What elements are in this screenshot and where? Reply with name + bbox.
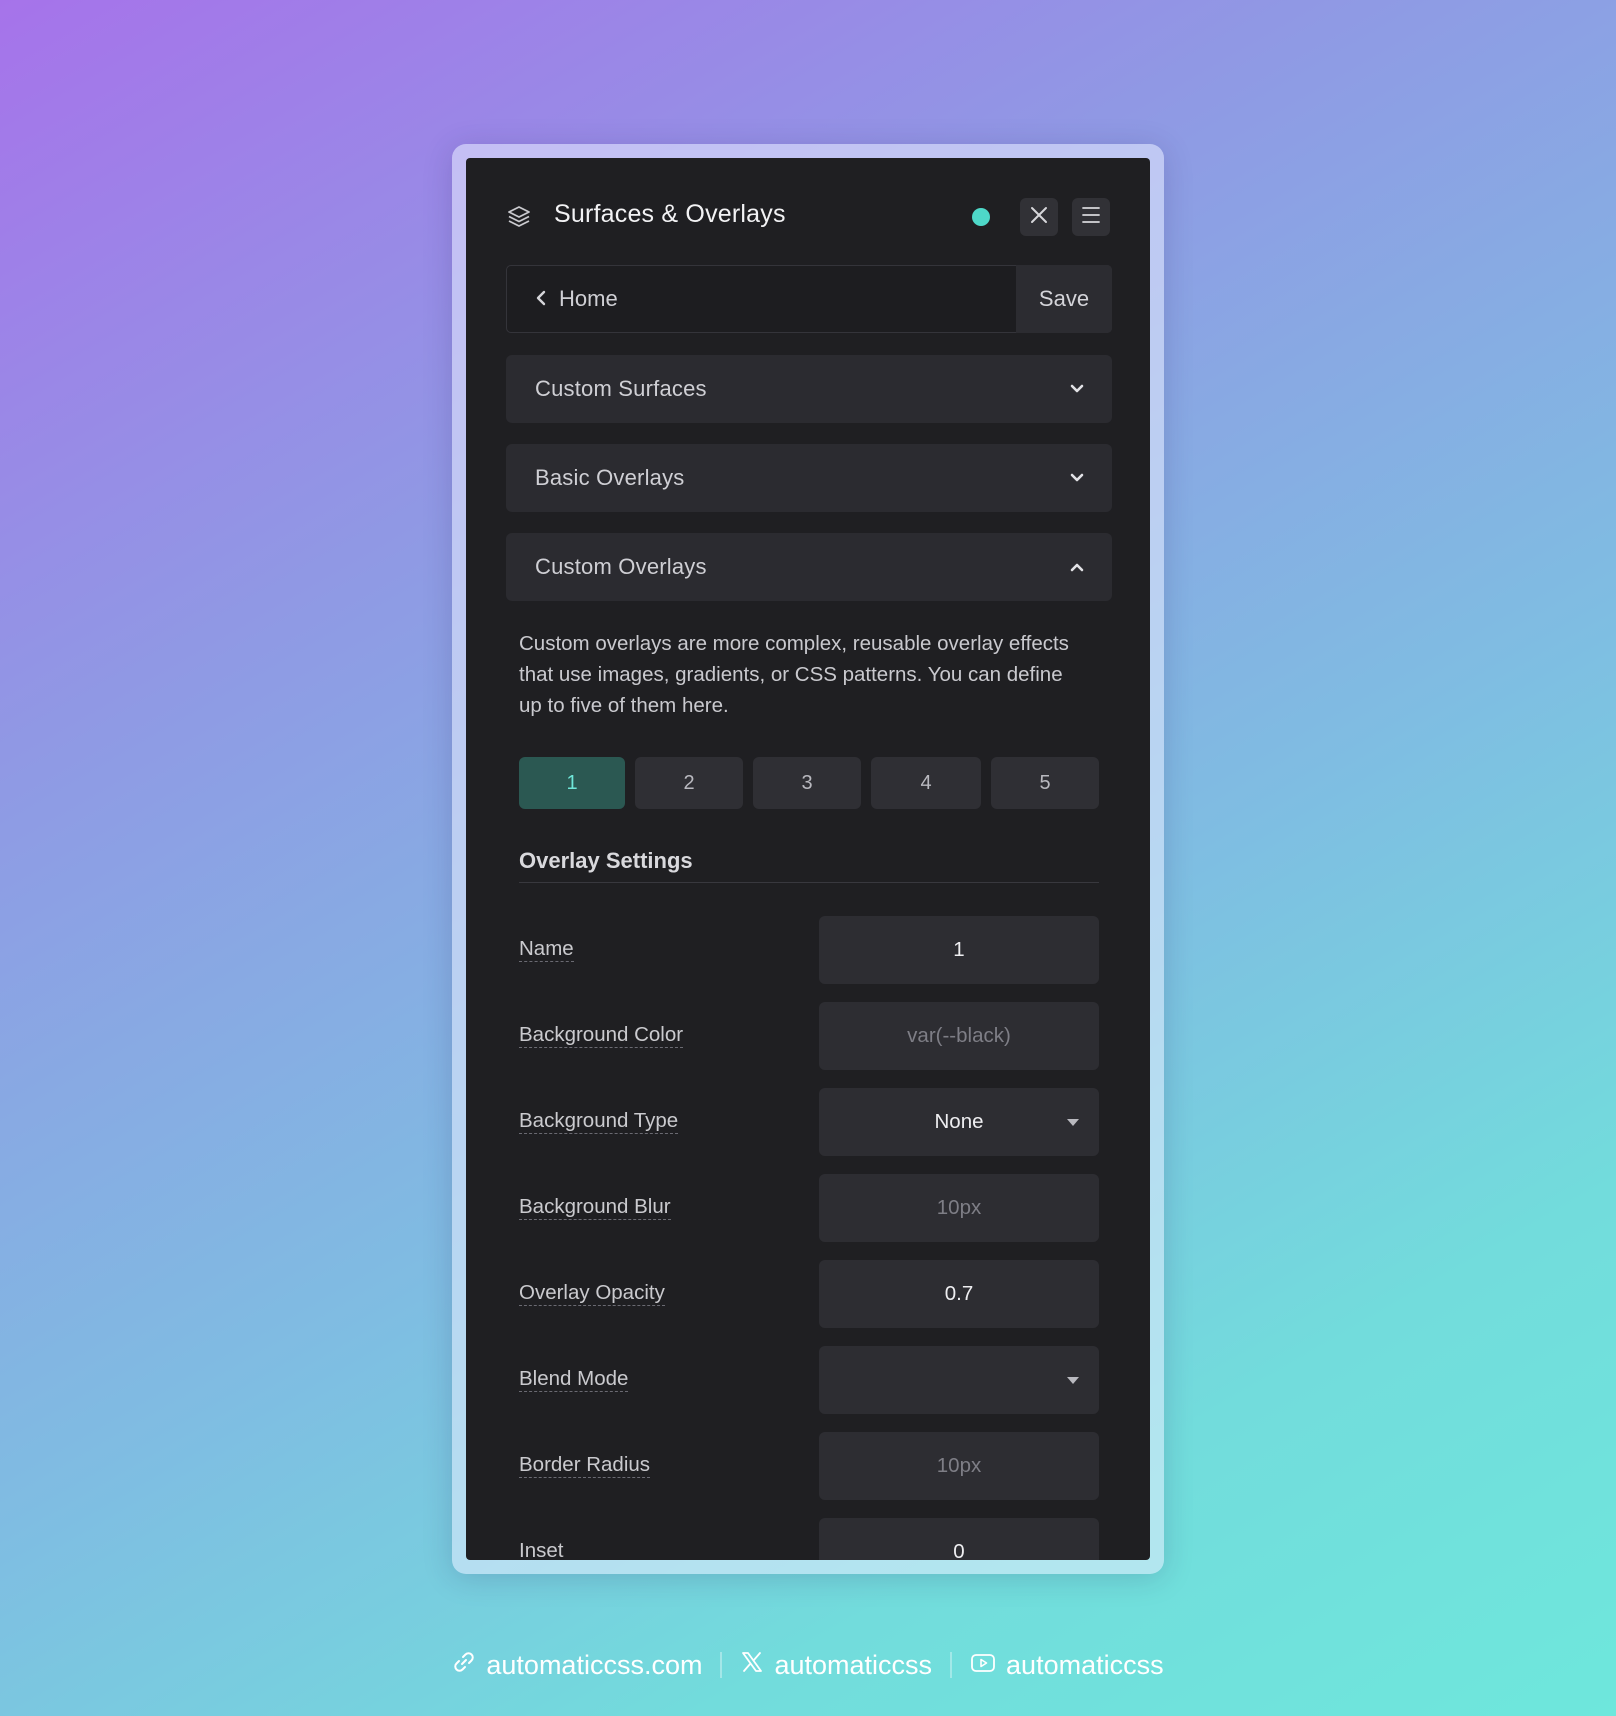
inset-input[interactable]: 0 — [819, 1518, 1099, 1560]
border-radius-input[interactable]: 10px — [819, 1432, 1099, 1500]
back-home-link[interactable]: Home — [535, 266, 618, 332]
setting-label: Background Color — [519, 1023, 684, 1048]
youtube-icon — [970, 1650, 996, 1681]
link-icon — [452, 1650, 476, 1681]
hamburger-menu-icon — [1081, 206, 1101, 229]
setting-label: Overlay Opacity — [519, 1281, 665, 1306]
overlay-tabs: 1 2 3 4 5 — [519, 757, 1099, 809]
tab-overlay-4[interactable]: 4 — [871, 757, 981, 809]
section-divider — [519, 882, 1099, 883]
setting-row-name: Name 1 — [519, 916, 1099, 984]
panel-header: Surfaces & Overlays — [466, 158, 1150, 258]
settings-panel: Surfaces & Overlays Home Save Custom Sur… — [466, 158, 1150, 1560]
close-icon — [1030, 206, 1048, 229]
nav-bar: Home Save — [506, 265, 1112, 333]
caret-down-icon — [1067, 1119, 1079, 1126]
footer-separator — [950, 1652, 953, 1678]
website-label: automaticcss.com — [486, 1649, 703, 1680]
setting-row-blend-mode: Blend Mode — [519, 1346, 1099, 1414]
custom-overlays-description: Custom overlays are more complex, reusab… — [519, 632, 1069, 717]
setting-label: Background Blur — [519, 1195, 671, 1220]
setting-row-background-blur: Background Blur 10px — [519, 1174, 1099, 1242]
accordion-custom-surfaces[interactable]: Custom Surfaces — [506, 355, 1112, 423]
layers-icon — [506, 204, 532, 230]
setting-row-border-radius: Border Radius 10px — [519, 1432, 1099, 1500]
accordion-custom-overlays[interactable]: Custom Overlays — [506, 533, 1112, 601]
accordion-label: Custom Surfaces — [535, 376, 707, 401]
setting-label: Blend Mode — [519, 1367, 629, 1392]
caret-down-icon — [1067, 1377, 1079, 1384]
tab-overlay-3[interactable]: 3 — [753, 757, 861, 809]
youtube-handle: automaticcss — [1006, 1649, 1164, 1680]
chevron-down-icon — [1068, 380, 1086, 398]
youtube-link[interactable]: automaticcss — [970, 1650, 1164, 1681]
close-button[interactable] — [1020, 198, 1058, 236]
setting-row-overlay-opacity: Overlay Opacity 0.7 — [519, 1260, 1099, 1328]
chevron-left-icon — [535, 286, 547, 312]
background-blur-input[interactable]: 10px — [819, 1174, 1099, 1242]
background-type-select[interactable]: None — [819, 1088, 1099, 1156]
accordion-basic-overlays[interactable]: Basic Overlays — [506, 444, 1112, 512]
chevron-down-icon — [1068, 469, 1086, 487]
section-title: Overlay Settings — [519, 848, 693, 873]
tab-overlay-2[interactable]: 2 — [635, 757, 743, 809]
panel-title: Surfaces & Overlays — [554, 200, 786, 228]
blend-mode-select[interactable] — [819, 1346, 1099, 1414]
footer-separator — [720, 1652, 723, 1678]
name-input[interactable]: 1 — [819, 916, 1099, 984]
setting-row-background-type: Background Type None — [519, 1088, 1099, 1156]
footer-links: automaticcss.com automaticcss automaticc… — [0, 1640, 1616, 1690]
setting-label: Background Type — [519, 1109, 679, 1134]
x-logo-icon — [740, 1650, 764, 1681]
tab-overlay-1[interactable]: 1 — [519, 757, 625, 809]
overlay-opacity-input[interactable]: 0.7 — [819, 1260, 1099, 1328]
accordion-label: Basic Overlays — [535, 465, 685, 490]
tab-overlay-5[interactable]: 5 — [991, 757, 1099, 809]
x-handle: automaticcss — [774, 1649, 933, 1680]
accordion-label: Custom Overlays — [535, 554, 707, 579]
background-type-value: None — [934, 1110, 984, 1133]
setting-label: Name — [519, 937, 574, 962]
x-link[interactable]: automaticcss — [740, 1650, 932, 1681]
setting-row-inset: Inset 0 — [519, 1518, 1099, 1560]
back-home-label: Home — [559, 286, 618, 311]
chevron-up-icon — [1068, 558, 1086, 576]
website-link[interactable]: automaticcss.com — [452, 1650, 702, 1681]
setting-label: Inset — [519, 1540, 563, 1561]
background-color-input[interactable]: var(--black) — [819, 1002, 1099, 1070]
save-button[interactable]: Save — [1016, 265, 1112, 333]
setting-row-background-color: Background Color var(--black) — [519, 1002, 1099, 1070]
setting-label: Border Radius — [519, 1453, 651, 1478]
menu-button[interactable] — [1072, 198, 1110, 236]
status-indicator — [972, 208, 990, 226]
